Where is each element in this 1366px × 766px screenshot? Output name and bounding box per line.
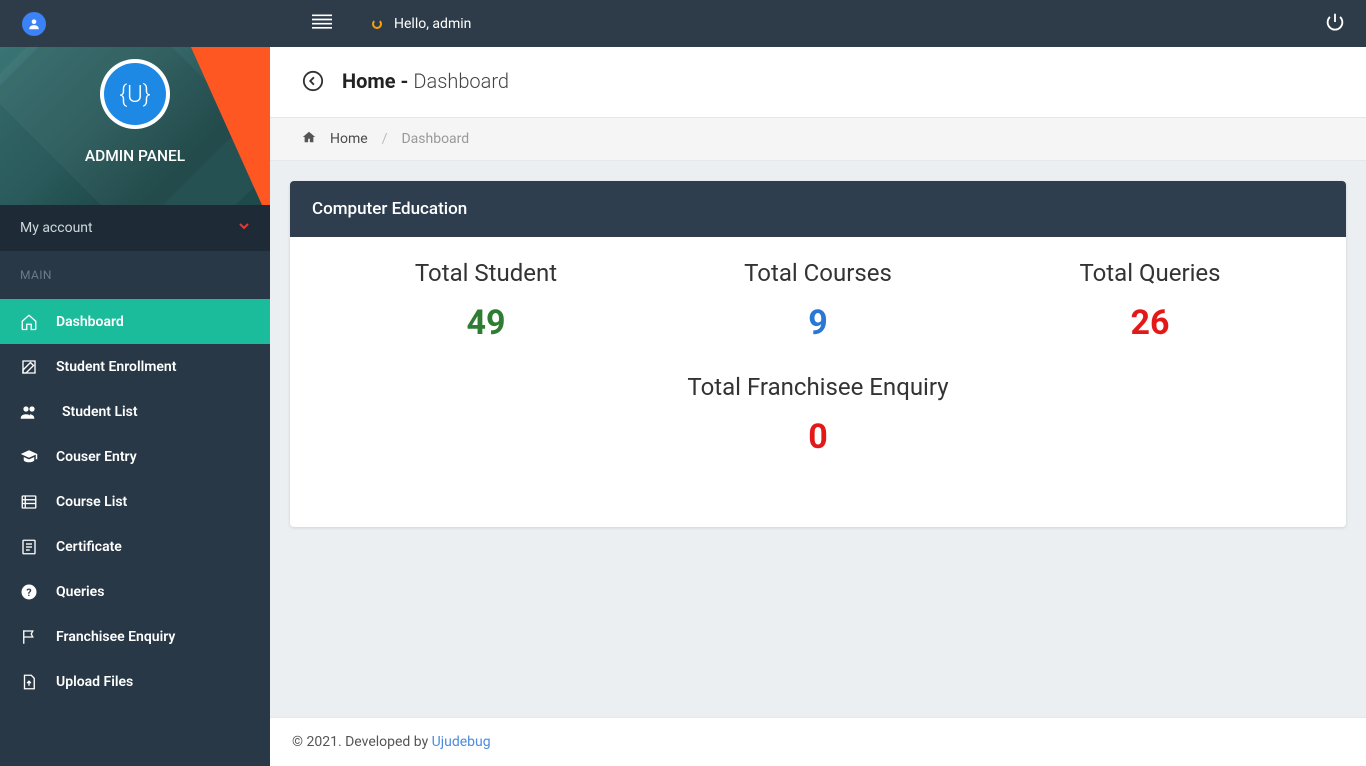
page-title: Home - Dashboard — [342, 69, 509, 93]
sidebar-item-upload-files[interactable]: Upload Files — [0, 659, 270, 704]
power-icon[interactable] — [1324, 11, 1346, 37]
content: Computer Education Total Student49Total … — [270, 161, 1366, 717]
my-account-label: My account — [20, 220, 93, 236]
sidebar-item-queries[interactable]: ? Queries — [0, 569, 270, 614]
card-body: Total Student 49Total Courses 9Total Queri… — [290, 237, 1346, 527]
page-header: Home - Dashboard — [270, 47, 1366, 118]
back-icon[interactable] — [302, 70, 324, 92]
greeting-text: Hello, admin — [394, 16, 471, 32]
breadcrumb: Home / Dashboard — [270, 118, 1366, 161]
sidebar-item-student-enrollment[interactable]: Student Enrollment — [0, 344, 270, 389]
topbar: Hello, admin — [0, 0, 1366, 47]
stat-label: Total Queries — [984, 259, 1316, 287]
sidebar-item-label: Queries — [56, 584, 104, 600]
stat-total-courses: Total Courses 9 — [652, 259, 984, 343]
page-title-main: Home — [342, 69, 396, 93]
svg-text:?: ? — [26, 585, 31, 598]
stat-value: 49 — [320, 303, 652, 343]
footer: © 2021. Developed by Ujudebug — [270, 717, 1366, 766]
users-icon — [20, 403, 38, 421]
my-account-toggle[interactable]: My account — [0, 205, 270, 251]
breadcrumb-home[interactable]: Home — [330, 131, 368, 147]
gradcap-icon — [20, 448, 38, 466]
menu-toggle-icon[interactable] — [312, 14, 332, 34]
stat-label: Total Courses — [652, 259, 984, 287]
sidebar-item-course-list[interactable]: Course List — [0, 479, 270, 524]
home-icon[interactable] — [302, 130, 316, 148]
question-icon: ? — [20, 583, 38, 601]
sidebar-item-label: Couser Entry — [56, 449, 137, 465]
stat-total-franchisee-enquiry: Total Franchisee Enquiry 0 — [320, 373, 1316, 457]
footer-link[interactable]: Ujudebug — [432, 734, 491, 750]
topbar-avatar[interactable] — [22, 12, 46, 36]
flag-icon — [20, 628, 38, 646]
stat-total-queries: Total Queries 26 — [984, 259, 1316, 343]
sidebar-item-label: Dashboard — [56, 314, 124, 330]
stat-value: 0 — [320, 417, 1316, 457]
list-icon — [20, 493, 38, 511]
breadcrumb-current: Dashboard — [401, 131, 469, 147]
sidebar-logo: {U} — [100, 59, 170, 129]
sidebar-item-student-list[interactable]: Student List — [0, 389, 270, 434]
card-title: Computer Education — [290, 181, 1346, 237]
upload-icon — [20, 673, 38, 691]
stats-card: Computer Education Total Student49Total … — [290, 181, 1346, 527]
edit-icon — [20, 358, 38, 376]
breadcrumb-sep: / — [382, 131, 388, 147]
section-label-main: MAIN — [0, 251, 270, 299]
spinner-icon — [372, 19, 382, 29]
sidebar-item-label: Franchisee Enquiry — [56, 629, 175, 645]
sidebar-item-certificate[interactable]: Certificate — [0, 524, 270, 569]
sidebar-title: ADMIN PANEL — [0, 147, 270, 165]
home-icon — [20, 313, 38, 331]
page-title-sub: Dashboard — [413, 69, 509, 93]
stat-value: 9 — [652, 303, 984, 343]
sidebar-item-franchisee-enquiry[interactable]: Franchisee Enquiry — [0, 614, 270, 659]
stat-label: Total Student — [320, 259, 652, 287]
sidebar-item-label: Upload Files — [56, 674, 133, 690]
sidebar: {U} ADMIN PANEL My account MAIN Dashboar… — [0, 47, 270, 766]
stat-row: Total Student 49Total Courses 9Total Queri… — [320, 259, 1316, 487]
sidebar-item-label: Student Enrollment — [56, 359, 176, 375]
sidebar-nav: Dashboard Student Enrollment Student List C… — [0, 299, 270, 704]
stat-label: Total Franchisee Enquiry — [320, 373, 1316, 401]
document-icon — [20, 538, 38, 556]
sidebar-header: {U} ADMIN PANEL — [0, 47, 270, 205]
main: Home - Dashboard Home / Dashboard Comput… — [270, 47, 1366, 766]
sidebar-item-dashboard[interactable]: Dashboard — [0, 299, 270, 344]
stat-total-student: Total Student 49 — [320, 259, 652, 343]
sidebar-item-label: Certificate — [56, 539, 122, 555]
sidebar-logo-text: {U} — [104, 63, 166, 125]
sidebar-item-label: Course List — [56, 494, 127, 510]
sidebar-item-couser-entry[interactable]: Couser Entry — [0, 434, 270, 479]
footer-text: © 2021. Developed by — [292, 734, 432, 750]
chevron-down-icon — [238, 220, 250, 236]
sidebar-item-label: Student List — [62, 404, 138, 420]
stat-value: 26 — [984, 303, 1316, 343]
